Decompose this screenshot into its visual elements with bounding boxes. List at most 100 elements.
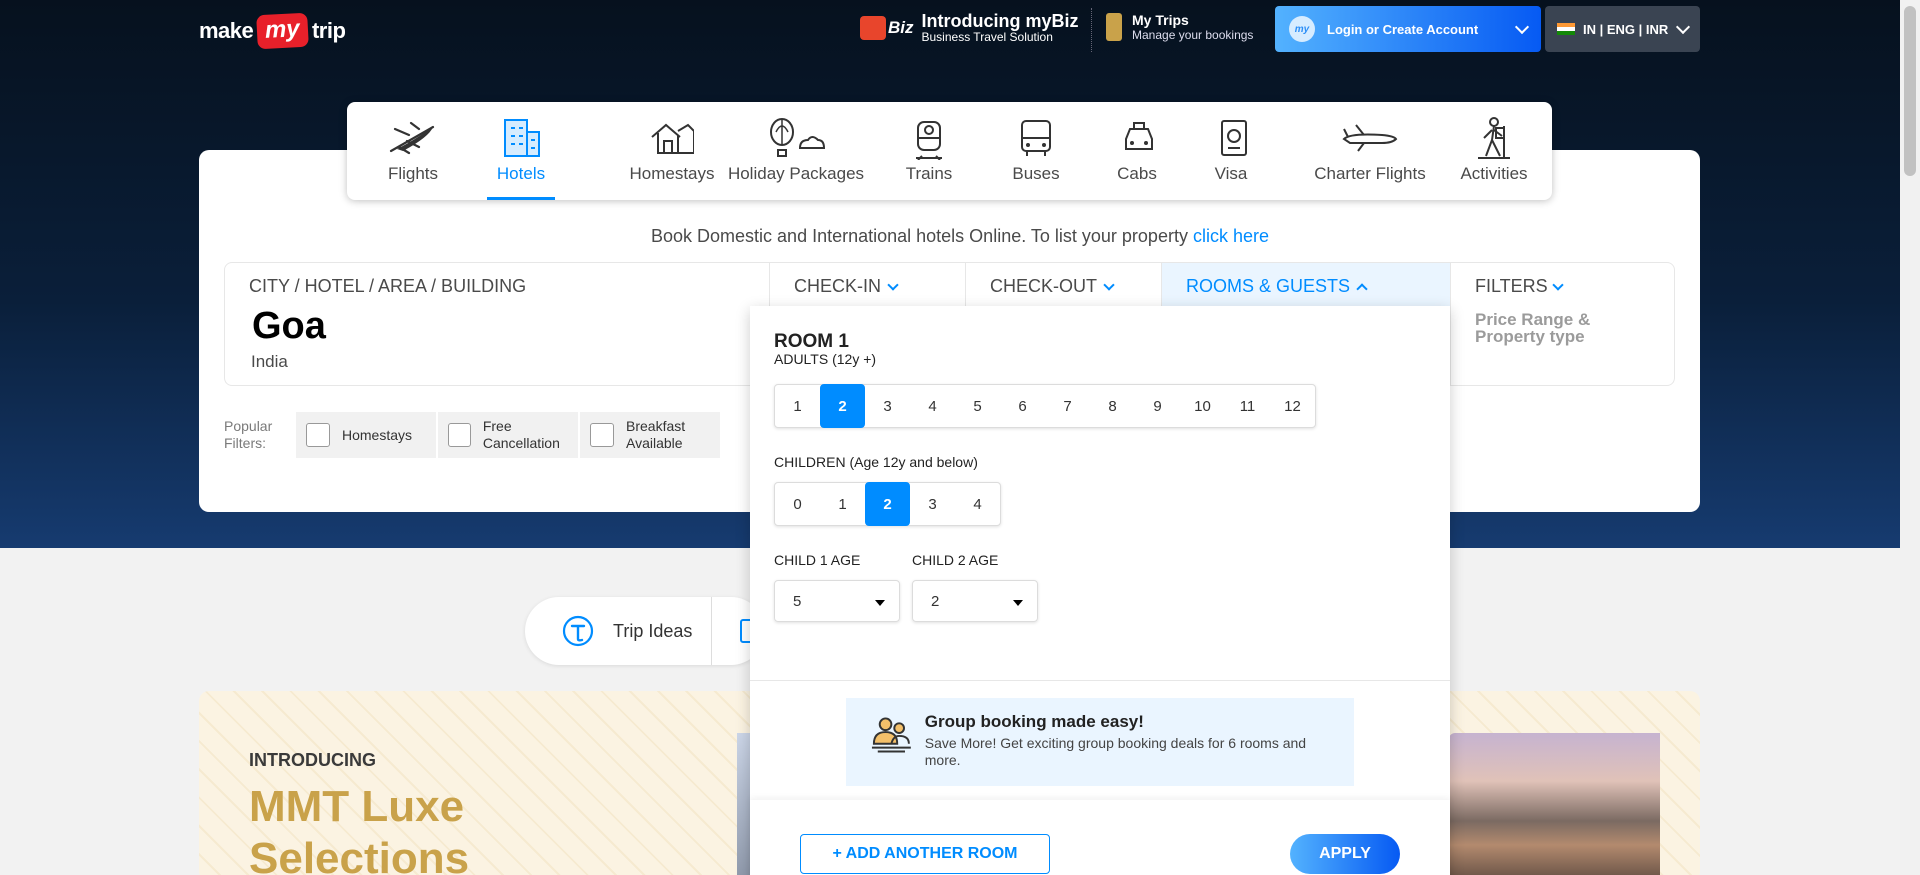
balloon-icon: [766, 116, 826, 160]
mybiz-title: Introducing myBiz: [921, 11, 1079, 31]
dropdown-divider: [750, 680, 1450, 681]
children-option[interactable]: 1: [820, 483, 865, 525]
user-avatar-icon: my: [1289, 16, 1315, 42]
nav-charter-flights[interactable]: Charter Flights: [1295, 102, 1445, 200]
login-button[interactable]: my Login or Create Account: [1275, 6, 1541, 52]
makemytrip-logo[interactable]: make my trip: [199, 10, 346, 52]
suitcase-icon: [1106, 13, 1122, 41]
checkbox[interactable]: [448, 423, 471, 447]
dropdown-arrow-icon: [875, 600, 885, 606]
nav-label: Flights: [387, 164, 439, 183]
adults-option[interactable]: 3: [865, 385, 910, 427]
page-scrollbar[interactable]: [1900, 0, 1920, 875]
filter-chip-breakfast[interactable]: Breakfast Available: [580, 412, 720, 458]
child1-age-value: 5: [793, 592, 802, 610]
children-option[interactable]: 3: [910, 483, 955, 525]
checkbox[interactable]: [590, 423, 614, 447]
child2-age-value: 2: [931, 592, 940, 610]
mybiz-promo[interactable]: Biz Introducing myBiz Business Travel So…: [860, 12, 1079, 44]
child1-age-select[interactable]: 5: [774, 580, 900, 622]
product-nav: Flights Hotels Homestays Holiday Package…: [347, 102, 1552, 200]
nav-label: Buses: [1012, 164, 1060, 183]
adults-option[interactable]: 1: [775, 385, 820, 427]
hiker-icon: [1468, 116, 1520, 160]
checkin-label: CHECK-IN: [794, 276, 899, 297]
chevron-down-icon: [1552, 278, 1564, 291]
filters-field[interactable]: FILTERS Price Range & Property type: [1451, 263, 1674, 385]
adults-option[interactable]: 5: [955, 385, 1000, 427]
adults-option[interactable]: 9: [1135, 385, 1180, 427]
nav-flights[interactable]: Flights: [371, 102, 455, 200]
logo-text-trip: trip: [311, 18, 346, 43]
children-option[interactable]: 2: [865, 482, 910, 526]
adults-option[interactable]: 6: [1000, 385, 1045, 427]
filters-label-text: FILTERS: [1475, 276, 1548, 296]
child2-age-select[interactable]: 2: [912, 580, 1038, 622]
rooms-guests-dropdown: ROOM 1 ADULTS (12y +) 1 2 3 4 5 6 7 8 9 10 11 12 CH…: [750, 306, 1450, 875]
trip-ideas-link[interactable]: Trip Ideas: [613, 621, 692, 642]
nav-label: Activities: [1460, 164, 1528, 183]
language-label: IN | ENG | INR: [1583, 21, 1669, 37]
nav-activities[interactable]: Activities: [1455, 102, 1533, 200]
jet-icon: [1340, 116, 1400, 160]
filter-chip-homestays[interactable]: Homestays: [296, 412, 436, 458]
rooms-guests-label-text: ROOMS & GUESTS: [1186, 276, 1351, 296]
checkin-label-text: CHECK-IN: [794, 276, 882, 296]
nav-homestays[interactable]: Homestays: [605, 102, 739, 200]
children-option[interactable]: 0: [775, 483, 820, 525]
scrollbar-thumb[interactable]: [1904, 6, 1916, 176]
home-icon: [646, 116, 698, 160]
luxe-title: MMT Luxe Selections: [249, 782, 470, 875]
dropdown-footer: + ADD ANOTHER ROOM APPLY: [750, 800, 1450, 875]
header-divider: [1091, 8, 1092, 52]
chevron-down-icon: [1103, 278, 1115, 291]
nav-label: Hotels: [496, 164, 546, 183]
apply-button[interactable]: APPLY: [1290, 834, 1400, 874]
my-trips-link[interactable]: My Trips Manage your bookings: [1106, 12, 1253, 42]
adults-option[interactable]: 11: [1225, 385, 1270, 427]
nav-holiday-packages[interactable]: Holiday Packages: [723, 102, 869, 200]
children-option[interactable]: 4: [955, 483, 1000, 525]
city-field[interactable]: CITY / HOTEL / AREA / BUILDING Goa India: [225, 263, 770, 385]
adults-option[interactable]: 10: [1180, 385, 1225, 427]
filter-chip-free-cancellation[interactable]: Free Cancellation: [438, 412, 578, 458]
dropdown-arrow-icon: [1013, 600, 1023, 606]
nav-hotels[interactable]: Hotels: [487, 102, 555, 200]
nav-label: Holiday Packages: [727, 164, 865, 183]
pill-divider: [711, 597, 712, 665]
children-selector: 01234: [774, 482, 1001, 526]
popular-filters-label: Popular Filters:: [224, 418, 273, 451]
my-trips-title: My Trips: [1132, 12, 1189, 28]
adults-option[interactable]: 4: [910, 385, 955, 427]
group-booking-subtitle: Save More! Get exciting group booking de…: [924, 735, 1307, 768]
nav-label: Homestays: [629, 164, 715, 183]
checkbox[interactable]: [306, 423, 330, 447]
group-booking-info[interactable]: Group booking made easy! Save More! Get …: [846, 698, 1354, 786]
group-people-icon: [871, 717, 911, 753]
adults-option[interactable]: 2: [820, 384, 865, 428]
luxe-intro: INTRODUCING: [249, 750, 376, 770]
room-title: ROOM 1: [774, 331, 849, 352]
language-currency-selector[interactable]: IN | ENG | INR: [1545, 6, 1700, 52]
adults-option[interactable]: 7: [1045, 385, 1090, 427]
tagline-text: Book Domestic and International hotels O…: [651, 226, 1188, 246]
group-booking-title: Group booking made easy!: [924, 712, 1144, 731]
checkout-label: CHECK-OUT: [990, 276, 1115, 297]
add-another-room-button[interactable]: + ADD ANOTHER ROOM: [800, 834, 1050, 874]
adults-option[interactable]: 12: [1270, 385, 1315, 427]
city-value: Goa: [252, 305, 326, 347]
cab-icon: [1113, 116, 1165, 160]
nav-visa[interactable]: Visa: [1209, 102, 1253, 200]
my-trips-subtitle: Manage your bookings: [1132, 28, 1254, 42]
adults-label: ADULTS (12y +): [774, 351, 877, 367]
nav-cabs[interactable]: Cabs: [1113, 102, 1161, 200]
briefcase-icon: [860, 16, 886, 40]
adults-option[interactable]: 8: [1090, 385, 1135, 427]
chevron-down-icon: [1675, 19, 1691, 34]
adults-selector: 1 2 3 4 5 6 7 8 9 10 11 12: [774, 384, 1316, 428]
list-property-link[interactable]: click here: [1193, 226, 1269, 246]
nav-buses[interactable]: Buses: [1009, 102, 1063, 200]
popular-filters: Popular Filters: Homestays Free Cancella…: [224, 412, 720, 458]
nav-trains[interactable]: Trains: [899, 102, 959, 200]
nav-label: Charter Flights: [1314, 164, 1426, 183]
